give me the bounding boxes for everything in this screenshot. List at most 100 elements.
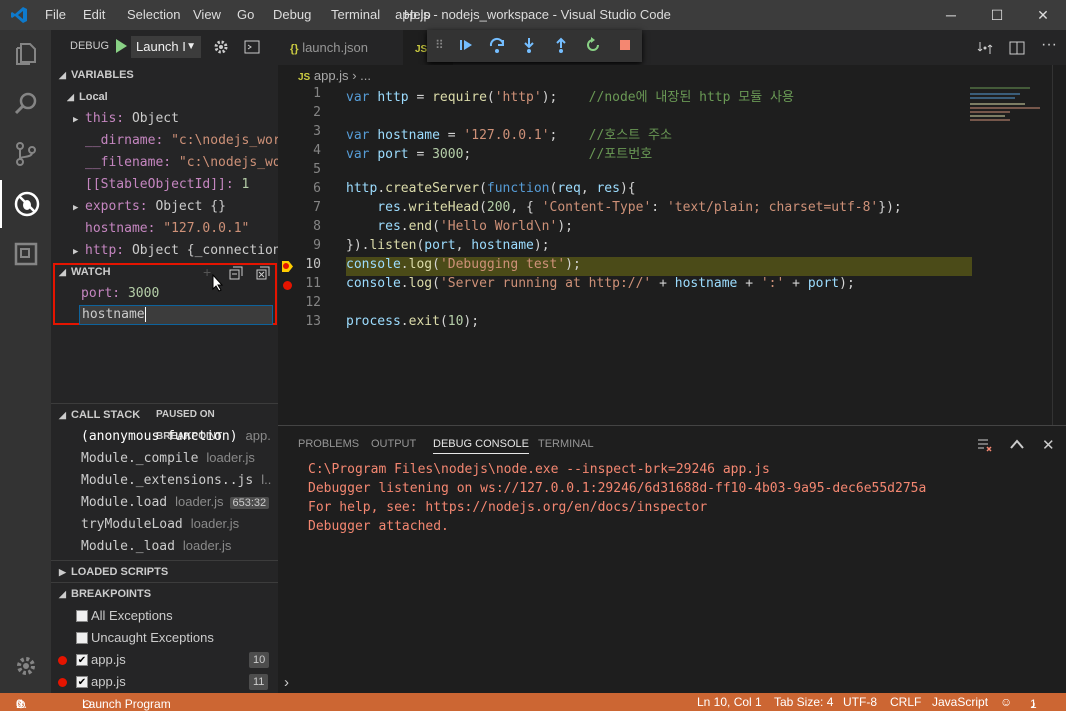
watch-expression-row[interactable]: port: 3000 <box>81 283 159 305</box>
breakpoint-checkbox[interactable]: ✔ <box>76 654 88 666</box>
variable-row[interactable]: hostname: "127.0.0.1" <box>73 218 278 240</box>
code-token: , <box>580 181 597 196</box>
code-token: ( <box>479 181 487 196</box>
debug-icon[interactable] <box>0 180 51 228</box>
menu-help[interactable]: Help <box>404 7 431 22</box>
maximize-panel-icon[interactable] <box>1009 438 1025 453</box>
launch-config-select[interactable]: Launch I ▼ <box>131 36 201 58</box>
loaded-scripts-section-header[interactable]: ▶ LOADED SCRIPTS <box>51 560 278 582</box>
menu-view[interactable]: View <box>193 7 221 22</box>
encoding[interactable]: UTF-8 <box>843 695 877 709</box>
call-stack-frame[interactable]: Module._extensions..js l... <box>81 469 271 491</box>
maximize-button[interactable]: ☐ <box>974 0 1020 30</box>
code-line: var http = require('http'); //node에 내장된 … <box>346 86 794 105</box>
close-window-button[interactable]: ✕ <box>1020 0 1066 30</box>
call-stack-frame[interactable]: Module.load loader.js 653:32 <box>81 491 271 513</box>
clear-console-icon[interactable] <box>977 438 993 455</box>
tab-size[interactable]: Tab Size: 4 <box>774 695 833 709</box>
breakpoint-item[interactable]: Uncaught Exceptions <box>51 627 278 649</box>
panel-tab-terminal[interactable]: TERMINAL <box>538 438 594 450</box>
tab-launch-json[interactable]: {} launch.json <box>278 30 403 65</box>
frame-location-badge: 653:32 <box>229 497 270 509</box>
code-token: 'Server running at http://' <box>439 276 652 291</box>
menu-edit[interactable]: Edit <box>83 7 105 22</box>
variable-row[interactable]: __dirname: "c:\nodejs_wor… <box>73 130 278 152</box>
language-mode[interactable]: JavaScript <box>932 695 988 709</box>
breakpoint-checkbox[interactable]: ✔ <box>76 676 88 688</box>
call-stack-frame[interactable]: Module._load loader.js <box>81 535 271 557</box>
stop-icon[interactable] <box>616 36 636 56</box>
step-out-icon[interactable] <box>552 36 572 56</box>
close-panel-icon[interactable]: ✕ <box>1042 436 1055 454</box>
menu-debug[interactable]: Debug <box>273 7 311 22</box>
panel-tab-problems[interactable]: PROBLEMS <box>298 438 359 450</box>
source-control-icon[interactable] <box>0 130 51 178</box>
line-number: 6 <box>313 181 321 196</box>
console-output-line: Debugger listening on ws://127.0.0.1:292… <box>308 481 927 496</box>
step-over-icon[interactable] <box>488 36 508 56</box>
restart-icon[interactable] <box>584 36 604 56</box>
variable-row[interactable]: [[StableObjectId]]: 1 <box>73 174 278 196</box>
variable-row[interactable]: ▶ exports: Object {} <box>73 196 278 218</box>
menu-selection[interactable]: Selection <box>127 7 180 22</box>
breakpoint-label: app.js <box>91 652 126 667</box>
open-changes-icon[interactable] <box>977 40 993 59</box>
cursor-position[interactable]: Ln 10, Col 1 <box>697 695 762 709</box>
explorer-icon[interactable] <box>0 30 51 78</box>
watch-input-value: hostname <box>82 307 145 322</box>
extensions-icon[interactable] <box>0 230 51 278</box>
continue-icon[interactable] <box>457 36 477 56</box>
line-number: 5 <box>313 162 321 177</box>
settings-gear-icon[interactable] <box>0 642 51 690</box>
feedback-smiley-icon[interactable]: ☺ <box>1000 695 1012 709</box>
variable-row[interactable]: ▶ this: Object <box>73 108 278 130</box>
code-token: var <box>346 147 378 162</box>
line-ending[interactable]: CRLF <box>890 695 921 709</box>
drag-handle-icon[interactable]: ⠿ <box>435 38 455 58</box>
breakpoint-item[interactable]: ✔ app.js 11 <box>51 671 278 693</box>
variable-row[interactable]: __filename: "c:\nodejs_wo… <box>73 152 278 174</box>
step-into-icon[interactable] <box>520 36 540 56</box>
more-actions-icon[interactable]: ··· <box>1041 36 1057 54</box>
code-token: //포트번호 <box>588 147 653 162</box>
breadcrumb-symbol[interactable]: ... <box>360 68 371 83</box>
code-line: console.log('Debugging test'); <box>346 257 581 272</box>
menu-file[interactable]: File <box>45 7 66 22</box>
debug-settings-gear-icon[interactable] <box>213 39 229 58</box>
call-stack-frame[interactable]: (anonymous function) app... <box>81 425 271 447</box>
console-input[interactable] <box>300 674 1040 692</box>
breakpoint-checkbox[interactable] <box>76 610 88 622</box>
local-scope-header[interactable]: ◢ Local <box>67 86 108 108</box>
code-token: 'text/plain; charset=utf-8' <box>666 200 879 215</box>
scrollbar[interactable] <box>1052 65 1066 425</box>
variable-row[interactable]: ▶ http: Object {_connection… <box>73 240 278 262</box>
call-stack-section-header[interactable]: ◢ CALL STACK PAUSED ON BREAKPOINT <box>51 403 278 442</box>
code-token: . <box>400 219 409 234</box>
call-stack-frame[interactable]: Module._compile loader.js <box>81 447 271 469</box>
breadcrumb-file[interactable]: app.js <box>314 68 349 83</box>
variable-name: __filename: <box>85 155 172 170</box>
variables-section-header[interactable]: ◢ VARIABLES <box>51 64 278 86</box>
frame-file: l... <box>261 472 271 487</box>
breakpoint-checkbox[interactable] <box>76 632 88 644</box>
debug-console-toggle-icon[interactable] <box>244 40 260 57</box>
breakpoints-section-header[interactable]: ◢ BREAKPOINTS <box>51 582 278 604</box>
menu-go[interactable]: Go <box>237 7 254 22</box>
console-output-line: Debugger attached. <box>308 519 449 534</box>
breakpoint-item[interactable]: All Exceptions <box>51 605 278 627</box>
console-prompt: › <box>284 674 289 691</box>
panel-tab-debug-console[interactable]: DEBUG CONSOLE <box>433 438 529 454</box>
split-editor-icon[interactable] <box>1009 40 1025 59</box>
code-token: 'Debugging test' <box>439 257 566 272</box>
minimize-button[interactable]: ─ <box>928 0 974 30</box>
menu-terminal[interactable]: Terminal <box>331 7 380 22</box>
search-icon[interactable] <box>0 80 51 128</box>
breakpoint-item[interactable]: ✔ app.js 10 <box>51 649 278 671</box>
start-debugging-button[interactable] <box>114 38 128 57</box>
code-token: = <box>408 147 433 162</box>
code-editor[interactable]: JS app.js › ... 1 var http = require('htt… <box>278 65 1066 425</box>
panel-tab-output[interactable]: OUTPUT <box>371 438 416 450</box>
minimap[interactable] <box>970 85 1050 135</box>
watch-expression-input[interactable]: hostname <box>79 305 273 325</box>
call-stack-frame[interactable]: tryModuleLoad loader.js <box>81 513 271 535</box>
